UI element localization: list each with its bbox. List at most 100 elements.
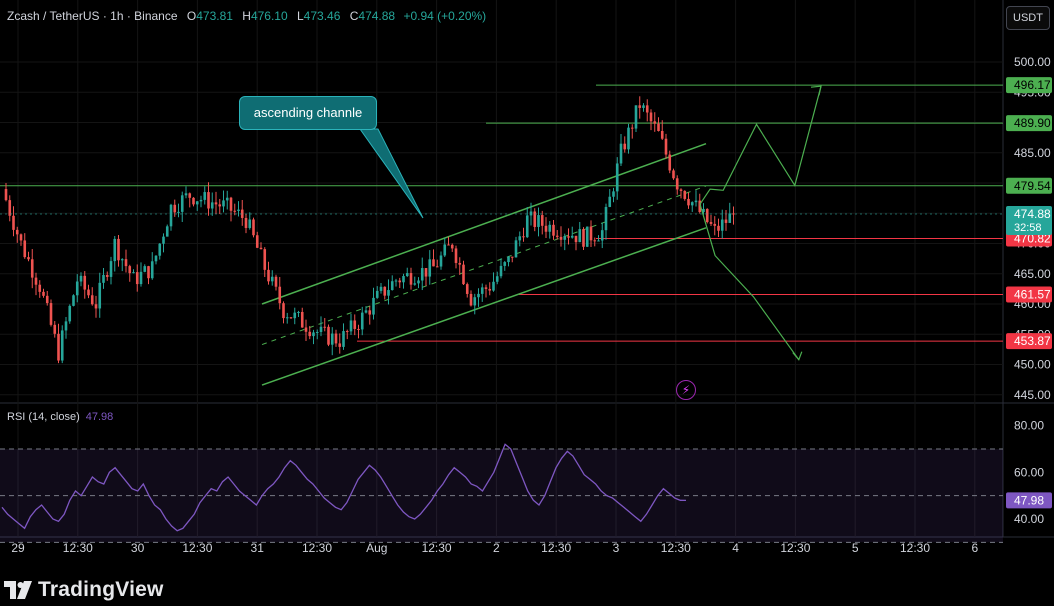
candle-body[interactable] [473, 297, 477, 306]
candle-body[interactable] [90, 295, 94, 305]
candle-body[interactable] [289, 317, 293, 319]
candle-body[interactable] [162, 236, 165, 244]
candle-body[interactable] [282, 303, 285, 319]
candle-body[interactable] [563, 236, 567, 240]
candle-body[interactable] [207, 192, 210, 209]
candle-body[interactable] [102, 275, 105, 283]
candle-body[interactable] [244, 217, 248, 228]
price-chart-svg[interactable]: 29 12:30 30 12:30 31 12:30 Aug 12:30 2 12:30 3 12:3… [0, 0, 1054, 562]
candle-body[interactable] [34, 277, 38, 285]
candle-body[interactable] [394, 280, 398, 282]
candle-body[interactable] [645, 105, 649, 113]
candle-body[interactable] [720, 219, 724, 231]
candle-body[interactable] [327, 326, 330, 345]
candle-body[interactable] [582, 229, 585, 247]
candle-body[interactable] [278, 286, 282, 304]
chart-area[interactable]: 29 12:30 30 12:30 31 12:30 Aug 12:30 2 12:30 3 12:3… [0, 0, 1054, 606]
candle-body[interactable] [177, 211, 180, 213]
candle-body[interactable] [353, 320, 357, 329]
candle-body[interactable] [728, 213, 732, 223]
candle-body[interactable] [68, 305, 72, 322]
candle-body[interactable] [660, 130, 664, 139]
candle-body[interactable] [319, 326, 323, 332]
candle-body[interactable] [173, 204, 177, 213]
candle-body[interactable] [503, 262, 507, 266]
candle-body[interactable] [672, 170, 675, 179]
candle-body[interactable] [420, 268, 424, 281]
candle-body[interactable] [345, 331, 349, 333]
candle-body[interactable] [390, 281, 394, 291]
candle-body[interactable] [360, 312, 364, 330]
candle-body[interactable] [237, 209, 240, 211]
candle-body[interactable] [184, 193, 188, 196]
candle-body[interactable] [447, 244, 450, 246]
candle-body[interactable] [664, 138, 668, 155]
candle-body[interactable] [218, 204, 222, 207]
candle-body[interactable] [732, 213, 735, 215]
candle-body[interactable] [192, 197, 195, 205]
candle-body[interactable] [53, 324, 57, 334]
candle-body[interactable] [465, 284, 469, 294]
candle-body[interactable] [488, 288, 492, 291]
candle-body[interactable] [379, 286, 383, 291]
candle-body[interactable] [443, 244, 447, 256]
candle-body[interactable] [522, 236, 525, 238]
candle-body[interactable] [709, 222, 713, 224]
candle-body[interactable] [109, 261, 113, 277]
candle-body[interactable] [49, 303, 53, 325]
candle-body[interactable] [724, 219, 728, 223]
candle-body[interactable] [229, 197, 233, 211]
candle-body[interactable] [717, 225, 720, 231]
candle-body[interactable] [225, 197, 229, 201]
candle-body[interactable] [687, 198, 690, 206]
candle-body[interactable] [642, 105, 645, 108]
candle-body[interactable] [477, 293, 480, 298]
candle-body[interactable] [165, 226, 169, 237]
candle-body[interactable] [342, 331, 345, 347]
candle-body[interactable] [525, 215, 529, 238]
candle-body[interactable] [368, 310, 372, 315]
candle-body[interactable] [439, 255, 443, 267]
candle-body[interactable] [132, 272, 135, 274]
candle-body[interactable] [203, 192, 207, 200]
candle-body[interactable] [64, 321, 68, 331]
currency-button[interactable]: USDT [1006, 6, 1050, 30]
candle-body[interactable] [507, 256, 510, 263]
candle-body[interactable] [495, 276, 499, 282]
candle-body[interactable] [23, 240, 27, 258]
candle-body[interactable] [15, 229, 19, 235]
candle-body[interactable] [143, 266, 147, 272]
candle-body[interactable] [585, 226, 589, 247]
candle-body[interactable] [593, 240, 597, 242]
candle-body[interactable] [499, 265, 503, 277]
candle-body[interactable] [210, 202, 214, 209]
candle-body[interactable] [627, 127, 630, 150]
candle-body[interactable] [638, 105, 642, 108]
candle-body[interactable] [259, 247, 263, 250]
candle-body[interactable] [597, 240, 600, 242]
candle-body[interactable] [124, 259, 128, 267]
candle-body[interactable] [38, 284, 42, 292]
candle-body[interactable] [432, 259, 435, 267]
candle-body[interactable] [372, 297, 375, 315]
candle-body[interactable] [458, 262, 462, 265]
candle-body[interactable] [514, 240, 518, 258]
candle-body[interactable] [117, 238, 120, 261]
candle-body[interactable] [623, 143, 627, 150]
candle-body[interactable] [657, 123, 660, 131]
candle-body[interactable] [492, 281, 495, 291]
candle-body[interactable] [79, 275, 83, 282]
candle-body[interactable] [87, 289, 90, 296]
candle-body[interactable] [323, 326, 327, 328]
candle-body[interactable] [267, 269, 270, 282]
candle-body[interactable] [128, 266, 132, 274]
candle-body[interactable] [540, 215, 544, 226]
candle-body[interactable] [600, 230, 604, 241]
candle-body[interactable] [552, 224, 555, 236]
candle-body[interactable] [518, 236, 522, 241]
candle-body[interactable] [233, 210, 237, 212]
candle-body[interactable] [222, 200, 225, 207]
candle-body[interactable] [634, 105, 638, 129]
candle-body[interactable] [537, 215, 540, 227]
candle-body[interactable] [60, 330, 64, 361]
